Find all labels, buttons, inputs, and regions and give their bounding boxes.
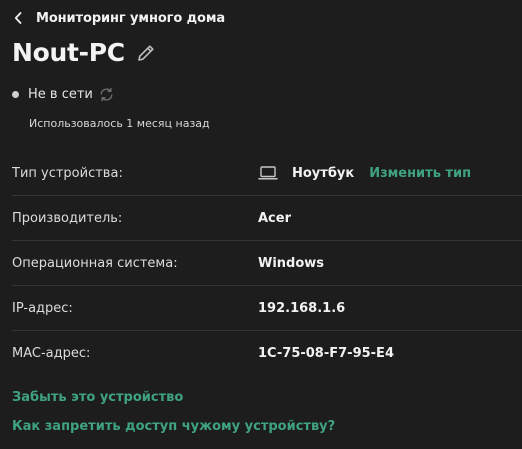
property-value: Acer [258, 210, 291, 226]
property-label: MAC-адрес: [12, 346, 91, 361]
chevron-left-icon [14, 11, 26, 25]
property-label: Тип устройства: [12, 165, 123, 181]
property-row-os: Операционная система: Windows [12, 241, 522, 286]
header-title: Мониторинг умного дома [36, 10, 226, 26]
property-value: Windows [258, 255, 325, 271]
change-type-link[interactable]: Изменить тип [369, 166, 471, 181]
forget-device-link[interactable]: Забыть это устройство [12, 390, 183, 405]
device-title-row: Nout-PC [12, 37, 157, 69]
property-value-group: Windows [258, 256, 324, 271]
property-row-mac-address: MAC-адрес: 1C-75-08-F7-95-E4 [12, 331, 522, 376]
refresh-icon[interactable] [98, 86, 115, 103]
device-name: Nout-PC [12, 38, 125, 67]
last-used-text: Использовалось 1 месяц назад [29, 117, 210, 130]
property-value: 1C-75-08-F7-95-E4 [258, 346, 394, 361]
laptop-icon [258, 165, 278, 181]
property-value: Ноутбук [292, 165, 355, 181]
property-value: 192.168.1.6 [258, 300, 346, 316]
property-label: IP-адрес: [12, 300, 73, 316]
status-text: Не в сети [28, 87, 93, 102]
property-label: Операционная система: [12, 255, 178, 271]
property-value-group: 1C-75-08-F7-95-E4 [258, 346, 394, 361]
status-dot [12, 91, 19, 98]
property-row-ip-address: IP-адрес: 192.168.1.6 [12, 286, 522, 331]
property-value-group: Acer [258, 211, 291, 226]
property-value-group: 192.168.1.6 [258, 301, 345, 316]
device-properties: Тип устройства: Ноутбук Изменить тип Про… [12, 151, 522, 376]
property-row-device-type: Тип устройства: Ноутбук Изменить тип [12, 151, 522, 196]
device-status: Не в сети [12, 86, 115, 103]
pencil-icon[interactable] [135, 42, 157, 64]
device-details-page: Мониторинг умного дома Nout-PC Не в сети… [0, 0, 522, 449]
property-value-group: Ноутбук Изменить тип [258, 165, 471, 181]
block-access-help-link[interactable]: Как запретить доступ чужому устройству? [12, 419, 335, 434]
property-row-manufacturer: Производитель: Acer [12, 196, 522, 241]
property-label: Производитель: [12, 210, 123, 226]
back-to-monitoring-button[interactable]: Мониторинг умного дома [14, 7, 225, 29]
